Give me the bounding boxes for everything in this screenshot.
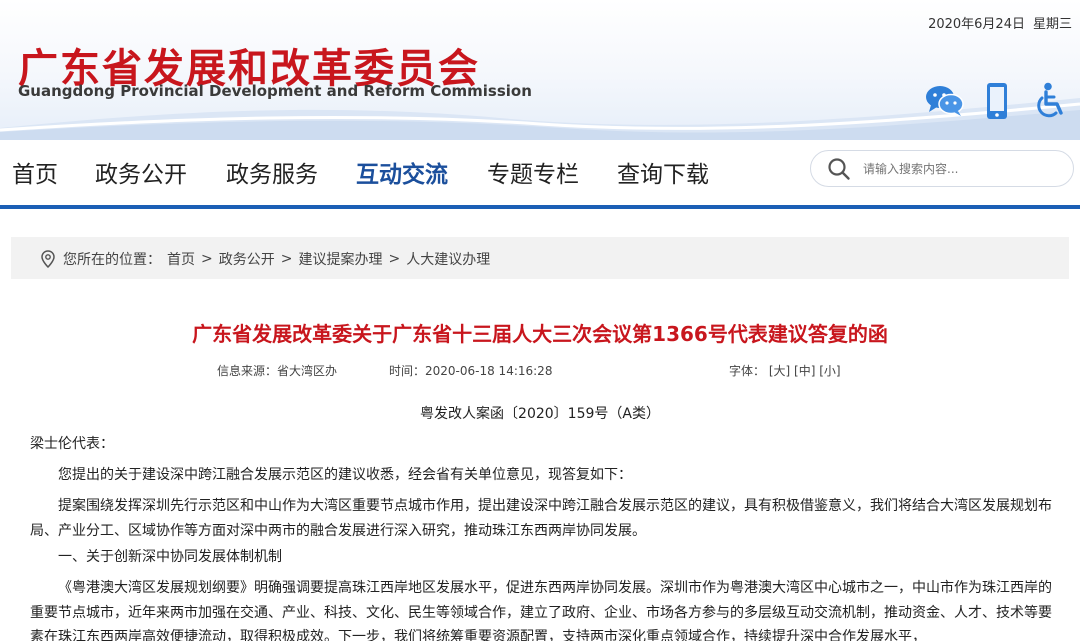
font-size-label: 字体： <box>729 364 766 378</box>
nav-item-gov-services[interactable]: 政务服务 <box>226 155 318 189</box>
accessibility-icon[interactable] <box>1030 80 1070 122</box>
breadcrumb-proposal-handling[interactable]: 建议提案办理 <box>298 249 382 269</box>
breadcrumb-separator: > <box>280 251 293 267</box>
header-date: 2020年6月24日 星期三 <box>928 13 1072 32</box>
breadcrumb-separator: > <box>201 251 213 267</box>
location-pin-icon <box>41 250 55 268</box>
breadcrumb-home[interactable]: 首页 <box>167 249 195 269</box>
article-source: 信息来源：省大湾区办 <box>217 364 338 378</box>
nav-item-downloads[interactable]: 查询下载 <box>617 155 709 189</box>
breadcrumb: 您所在的位置： 首页 > 政务公开 > 建议提案办理 > 人大建议办理 <box>11 237 1069 279</box>
article-paragraph: 您提出的关于建设深中跨江融合发展示范区的建议收悉，经会省有关单位意见，现答复如下… <box>58 467 632 483</box>
breadcrumb-gov-affairs[interactable]: 政务公开 <box>219 249 275 269</box>
breadcrumb-label: 您所在的位置： <box>63 252 161 268</box>
breadcrumb-npc-proposals[interactable]: 人大建议办理 <box>406 249 490 269</box>
document-number: 粤发改人案函〔2020〕159号（A类） <box>420 406 660 422</box>
article-paragraph: 提案围绕发挥深圳先行示范区和中山作为大湾区重要节点城市作用，提出建设深中跨江融合… <box>30 498 1052 539</box>
nav-item-home[interactable]: 首页 <box>12 155 58 189</box>
article-paragraph: 《粤港澳大湾区发展规划纲要》明确强调要提高珠江西岸地区发展水平，促进东西两岸协同… <box>30 580 1052 641</box>
article-time: 时间：2020-06-18 14:16:28 <box>389 364 553 378</box>
article-title: 广东省发展改革委关于广东省十三届人大三次会议第1366号代表建议答复的函 <box>192 322 888 346</box>
site-header: 2020年6月24日 星期三 广东省发展和改革委员会 Guangdong Prov… <box>0 0 1080 140</box>
breadcrumb-separator: > <box>388 251 401 267</box>
font-large-button[interactable]: [大] <box>769 364 790 378</box>
search-icon[interactable] <box>827 157 851 181</box>
date-text: 2020年6月24日 <box>928 17 1025 32</box>
site-title-en[interactable]: Guangdong Provincial Development and Ref… <box>18 82 532 100</box>
salutation: 梁士伦代表： <box>30 436 114 452</box>
nav-item-topics[interactable]: 专题专栏 <box>487 155 579 189</box>
mobile-icon[interactable] <box>982 80 1012 122</box>
search-box <box>810 150 1074 187</box>
section-heading: 一、关于创新深中协同发展体制机制 <box>58 549 282 565</box>
font-medium-button[interactable]: [中] <box>794 364 815 378</box>
nav-divider <box>0 205 1080 209</box>
search-input[interactable] <box>863 159 1063 179</box>
font-small-button[interactable]: [小] <box>819 364 840 378</box>
font-size-controls: 字体： [大] [中] [小] <box>729 362 841 379</box>
nav-item-interaction[interactable]: 互动交流 <box>356 155 448 189</box>
nav-item-gov-affairs[interactable]: 政务公开 <box>95 155 187 189</box>
wechat-icon[interactable] <box>924 80 966 122</box>
weekday-text: 星期三 <box>1032 17 1072 32</box>
